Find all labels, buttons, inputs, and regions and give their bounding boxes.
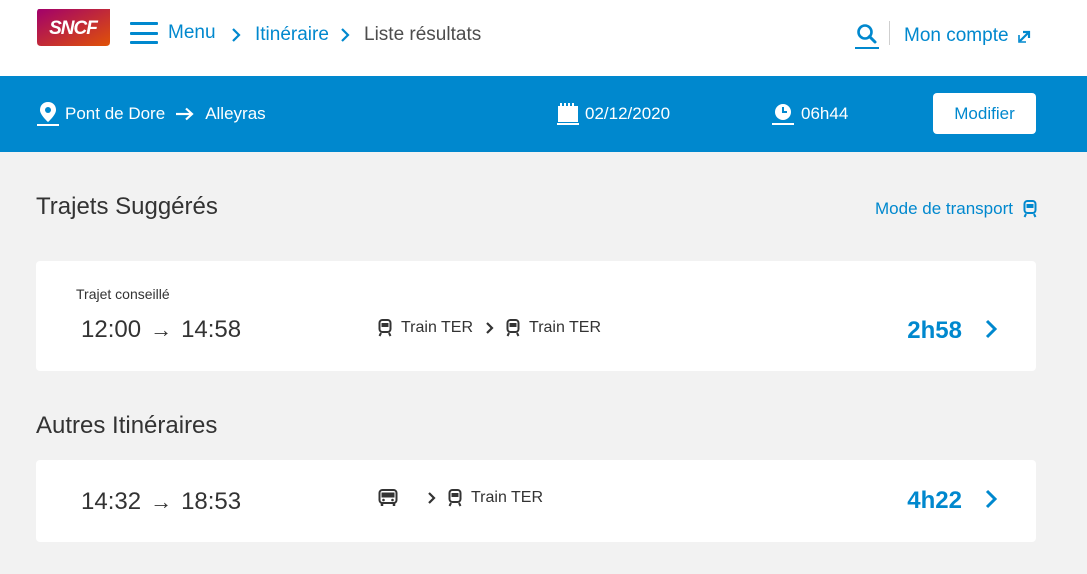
journey-leg — [378, 489, 407, 507]
search-underline — [855, 47, 879, 49]
my-account-link[interactable]: Mon compte — [904, 25, 1032, 47]
leg-label: Train TER — [471, 489, 544, 506]
logo-text: SNCF — [49, 18, 99, 39]
chevron-right-icon — [232, 28, 241, 42]
arrow-right-icon: → — [150, 489, 173, 514]
journey-times: 14:32 → 18:53 — [81, 488, 241, 516]
modify-button[interactable]: Modifier — [933, 93, 1036, 134]
sncf-logo[interactable]: SNCF — [37, 9, 110, 46]
journey-leg: Train TER — [448, 489, 543, 507]
breadcrumb-liste-resultats: Liste résultats — [364, 24, 482, 45]
external-link-icon — [1017, 30, 1030, 43]
journey-tag: Trajet conseillé — [76, 286, 170, 302]
departure-time: 14:32 — [81, 488, 142, 515]
account-label: Mon compte — [904, 25, 1009, 46]
top-header: SNCF Menu Itinéraire Liste résultats Mon… — [0, 0, 1087, 76]
other-itineraries-title: Autres Itinéraires — [36, 412, 218, 439]
chevron-right-icon — [486, 322, 494, 334]
clock-icon — [772, 104, 794, 125]
journey-card[interactable]: 14:32 → 18:53 Train TER 4h22 — [36, 460, 1036, 542]
departure-time: 12:00 — [81, 316, 142, 343]
location-pin-icon — [37, 102, 59, 126]
journey-card-recommended[interactable]: Trajet conseillé 12:00 → 14:58 Train TER… — [36, 261, 1036, 371]
destination-label: Alleyras — [205, 104, 266, 123]
arrow-right-icon: → — [150, 317, 173, 342]
arrival-time: 14:58 — [181, 316, 242, 343]
time-value: 06h44 — [801, 104, 849, 123]
time-summary: 06h44 — [772, 76, 848, 152]
train-icon — [506, 319, 520, 337]
transport-mode-link[interactable]: Mode de transport — [875, 199, 1037, 219]
chevron-right-icon — [341, 28, 350, 42]
journey-duration: 2h58 — [907, 317, 962, 344]
train-icon — [448, 489, 462, 507]
transport-mode-label: Mode de transport — [875, 199, 1013, 218]
journey-duration: 4h22 — [907, 487, 962, 514]
journey-legs: Train TER — [378, 489, 543, 507]
date-value: 02/12/2020 — [585, 104, 671, 123]
train-icon — [1023, 200, 1037, 218]
leg-label: Train TER — [401, 319, 474, 336]
menu-label: Menu — [168, 22, 216, 43]
chevron-right-icon — [985, 489, 998, 509]
breadcrumb-itineraire[interactable]: Itinéraire — [255, 24, 329, 46]
train-icon — [378, 319, 392, 337]
header-divider — [889, 21, 890, 45]
journey-times: 12:00 → 14:58 — [81, 316, 241, 344]
bus-icon — [378, 489, 398, 506]
leg-label: Train TER — [529, 319, 602, 336]
menu-icon — [130, 22, 158, 44]
chevron-right-icon — [985, 319, 998, 339]
search-summary-bar: Pont de Dore Alleyras 02/12/2020 06h44 M… — [0, 76, 1087, 152]
journey-legs: Train TER Train TER — [378, 319, 601, 337]
search-button[interactable] — [855, 23, 879, 49]
journey-leg: Train TER — [506, 319, 601, 337]
menu-button[interactable]: Menu — [130, 22, 216, 44]
calendar-icon — [557, 103, 579, 125]
origin-label: Pont de Dore — [65, 104, 166, 123]
journey-leg: Train TER — [378, 319, 473, 337]
suggested-section-title: Trajets Suggérés — [36, 193, 218, 220]
arrival-time: 18:53 — [181, 488, 242, 515]
search-icon — [857, 24, 877, 44]
arrow-right-icon — [176, 107, 194, 121]
route-summary: Pont de Dore Alleyras — [37, 76, 266, 152]
date-summary: 02/12/2020 — [557, 76, 670, 152]
chevron-right-icon — [428, 492, 436, 504]
